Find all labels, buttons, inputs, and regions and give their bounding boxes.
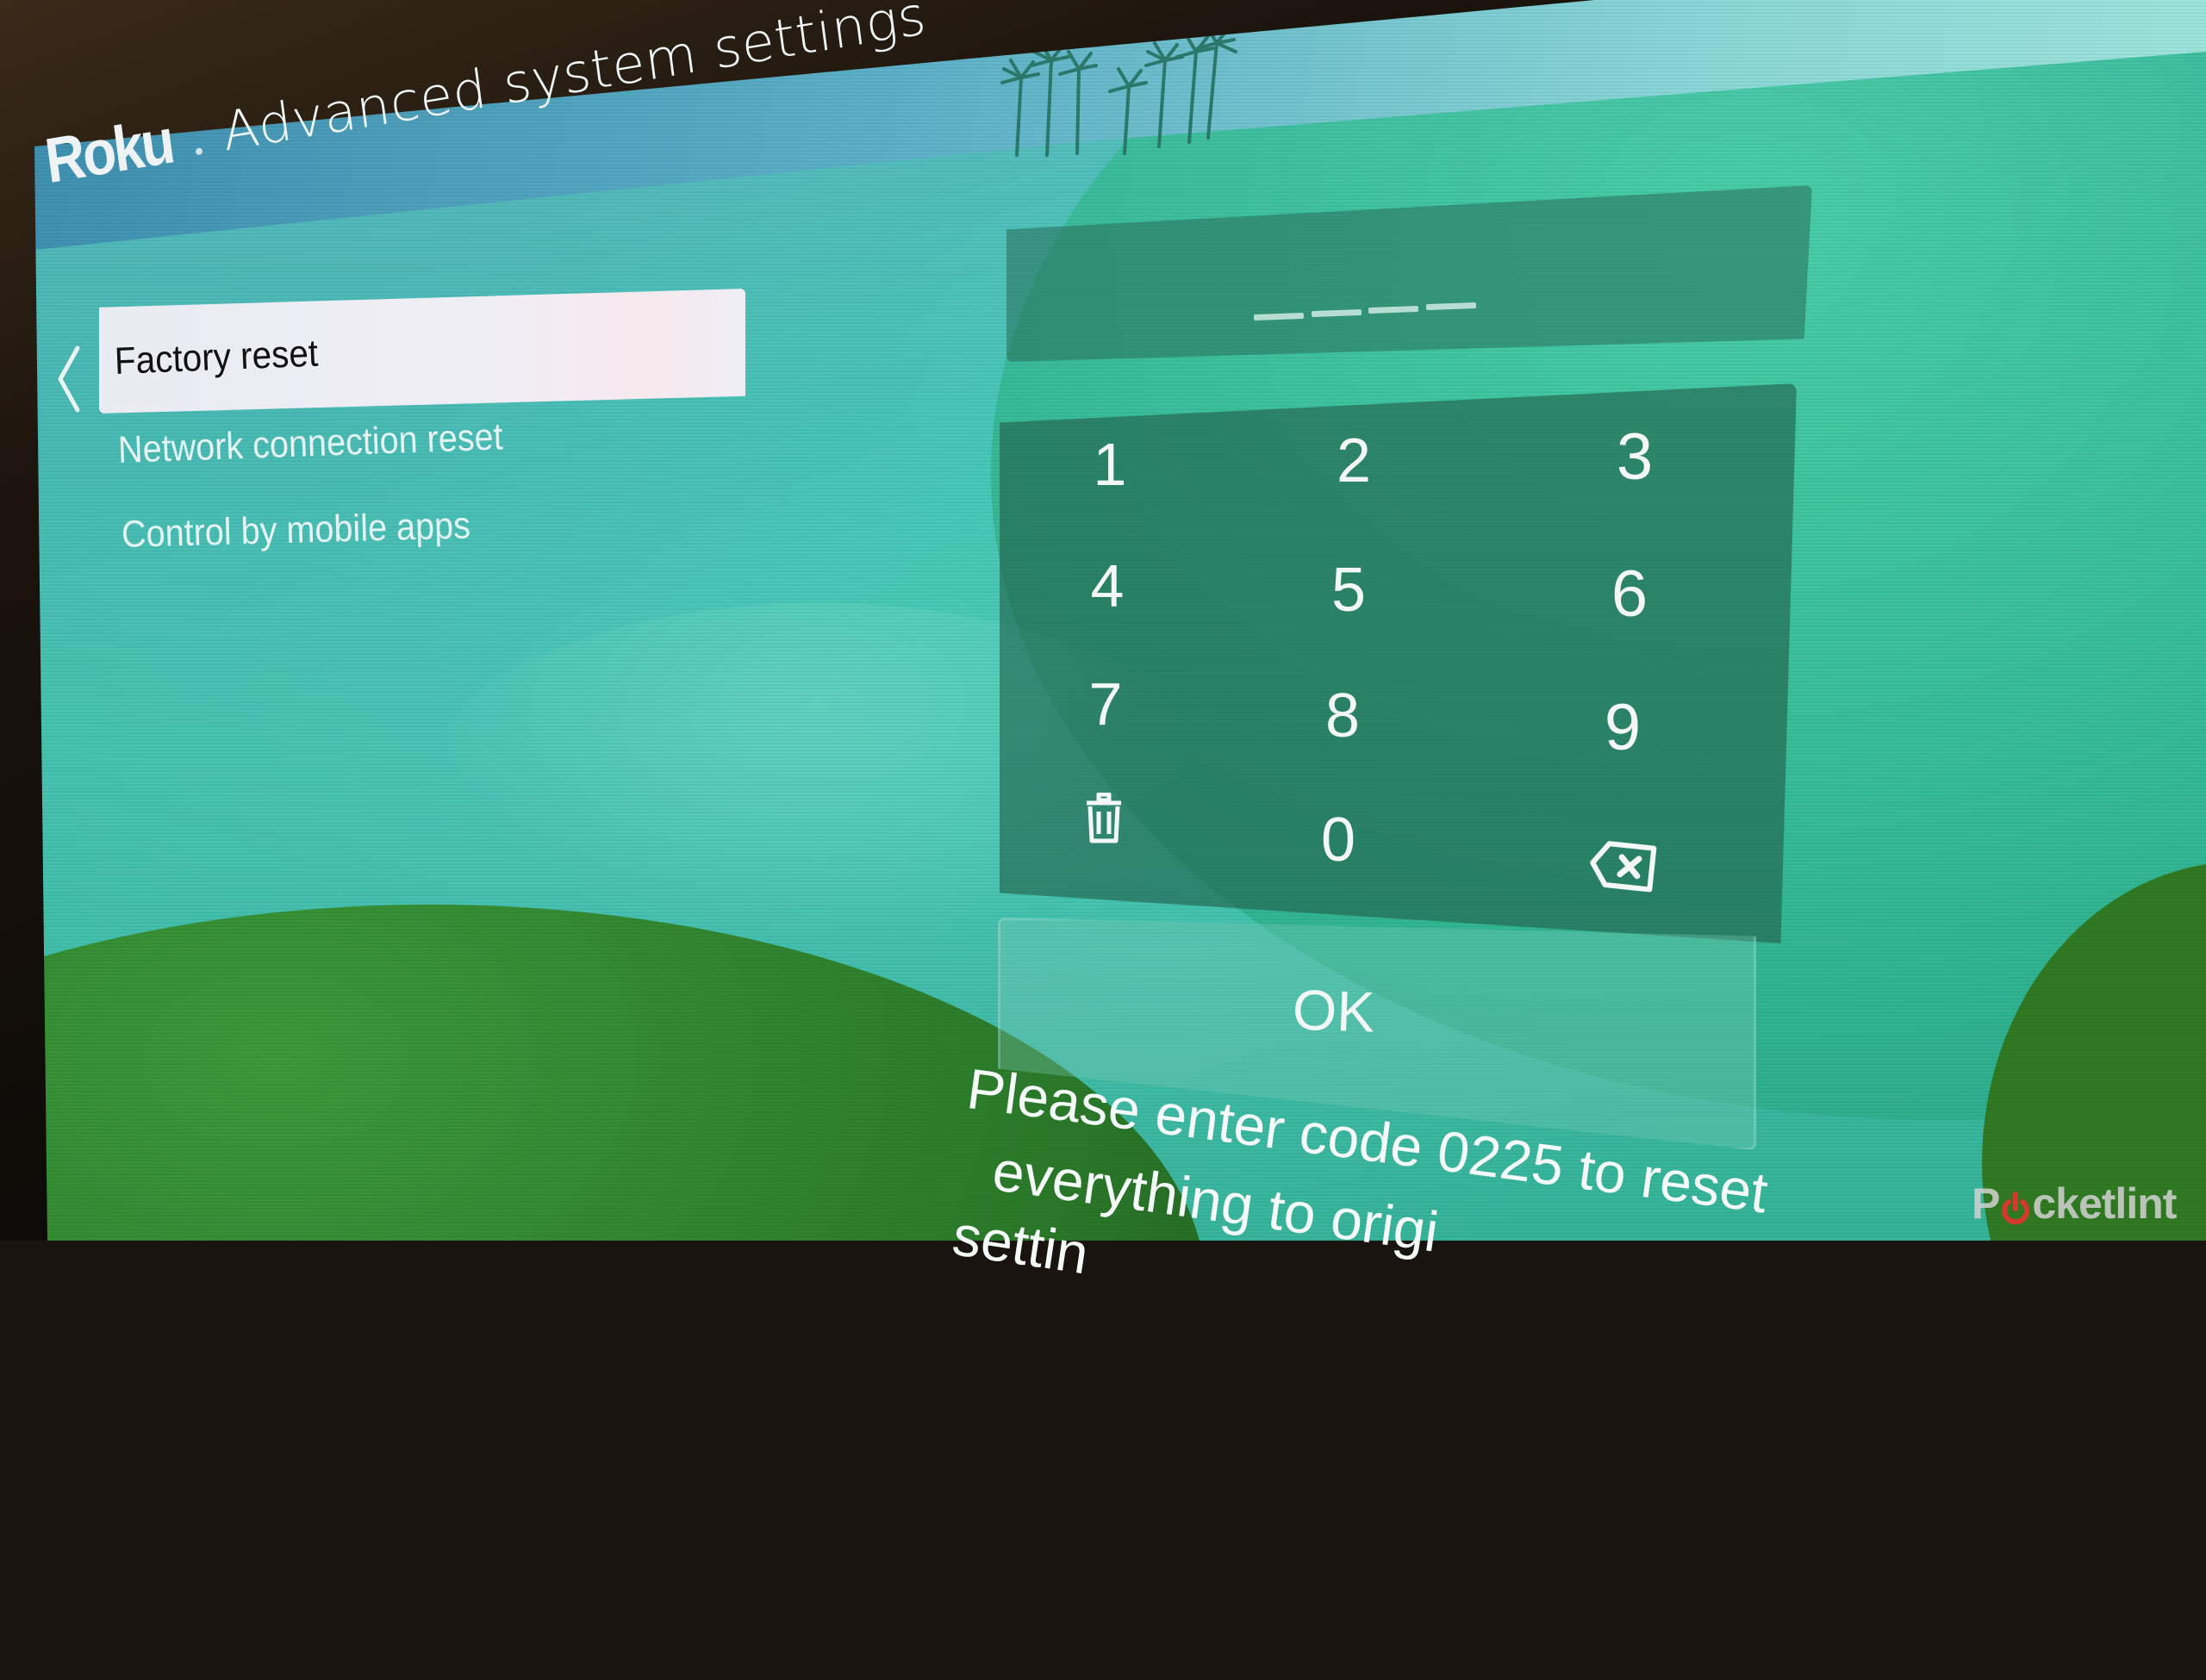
code-input-field[interactable] (1006, 185, 1812, 362)
watermark-text-end: cketlint (2032, 1179, 2177, 1228)
backspace-icon (1590, 841, 1657, 893)
menu-item-network-connection-reset[interactable]: Network connection reset (117, 415, 503, 472)
chevron-left-icon[interactable] (53, 345, 83, 414)
power-icon (2000, 1186, 2031, 1225)
menu-item-factory-reset[interactable]: Factory reset (114, 333, 319, 383)
key-7[interactable]: 7 (1067, 665, 1144, 743)
key-9[interactable]: 9 (1584, 689, 1661, 767)
menu-item-control-by-mobile-apps[interactable]: Control by mobile apps (121, 504, 470, 557)
header-separator (195, 147, 203, 156)
key-8[interactable]: 8 (1304, 677, 1381, 755)
trash-icon (1087, 793, 1121, 843)
settings-screen: Roku Advanced system settings Factory re… (0, 0, 2206, 1285)
watermark-text-start: P (1972, 1179, 2000, 1228)
page-title: Advanced system settings (218, 0, 930, 164)
clear-button[interactable] (1065, 780, 1143, 857)
key-5[interactable]: 5 (1310, 551, 1387, 629)
roku-logo: Roku (41, 104, 177, 197)
backspace-button[interactable] (1575, 827, 1670, 905)
instruction-text-line-3: settin (948, 1202, 1093, 1286)
key-3[interactable]: 3 (1596, 419, 1673, 496)
ok-button-label[interactable]: OK (1292, 976, 1376, 1044)
key-1[interactable]: 1 (1071, 426, 1149, 503)
key-2[interactable]: 2 (1315, 422, 1393, 500)
key-6[interactable]: 6 (1591, 556, 1668, 633)
key-0[interactable]: 0 (1299, 801, 1377, 879)
key-4[interactable]: 4 (1069, 547, 1146, 625)
pocketlint-watermark: P cketlint (1972, 1179, 2177, 1229)
page-header: Roku Advanced system settings (41, 0, 930, 196)
